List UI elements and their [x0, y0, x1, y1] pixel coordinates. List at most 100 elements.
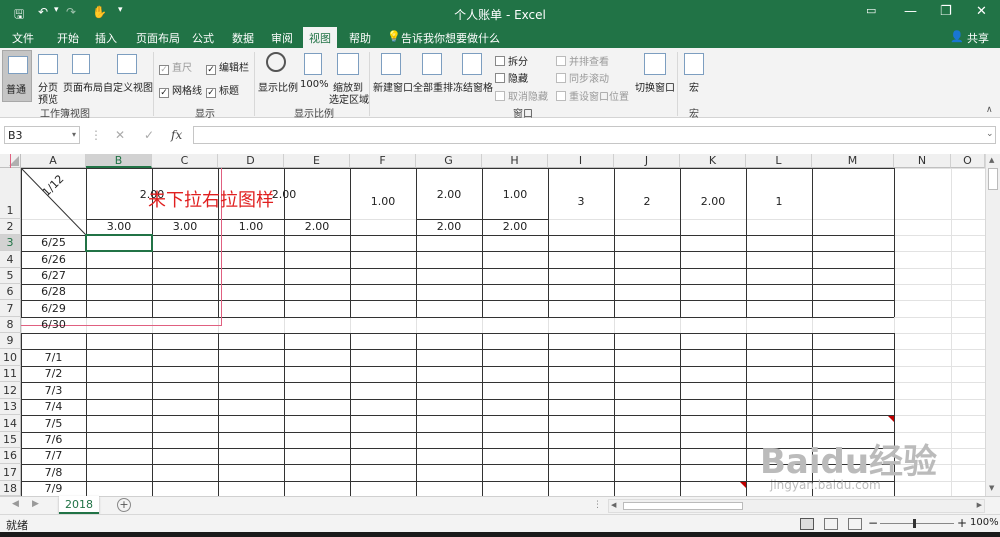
- scroll-down-icon[interactable]: ▼: [989, 484, 994, 492]
- column-header-e[interactable]: E: [284, 154, 350, 168]
- minimize-icon[interactable]: —: [904, 4, 917, 19]
- cell-l1[interactable]: 1: [746, 194, 812, 210]
- row-header-5[interactable]: 5: [0, 268, 21, 284]
- tab-review[interactable]: 审阅: [271, 30, 293, 46]
- tab-data[interactable]: 数据: [232, 30, 254, 46]
- macros-button[interactable]: 宏: [689, 79, 699, 94]
- row-header-10[interactable]: 10: [0, 349, 21, 366]
- row-header-12[interactable]: 12: [0, 382, 21, 399]
- row-header-18[interactable]: 18: [0, 481, 21, 496]
- custom-views-button[interactable]: 自定义视图: [103, 79, 153, 94]
- column-header-h[interactable]: H: [482, 154, 548, 168]
- insert-function-icon[interactable]: fx: [171, 128, 182, 142]
- arrange-all-button[interactable]: 全部重排: [413, 79, 453, 94]
- zoom-out-button[interactable]: −: [868, 516, 878, 530]
- close-icon[interactable]: ✕: [976, 4, 987, 19]
- headings-checkbox[interactable]: ✓ 标题: [206, 82, 239, 98]
- cell-a4[interactable]: 6/26: [21, 251, 86, 268]
- column-header-d[interactable]: D: [218, 154, 284, 168]
- split-button[interactable]: 拆分: [495, 53, 528, 68]
- cell-h1[interactable]: 1.00: [482, 187, 548, 203]
- column-header-n[interactable]: N: [894, 154, 951, 168]
- cell-h2[interactable]: 2.00: [482, 219, 548, 235]
- comment-indicator[interactable]: [888, 416, 894, 422]
- horizontal-scrollbar[interactable]: ◀ ▶: [608, 499, 985, 513]
- cell-j1[interactable]: 2: [614, 194, 680, 210]
- row-header-14[interactable]: 14: [0, 415, 21, 432]
- normal-view-button[interactable]: 普通: [2, 50, 32, 102]
- column-header-l[interactable]: L: [746, 154, 812, 168]
- cell-a9[interactable]: [21, 333, 86, 349]
- cell-a11[interactable]: 7/2: [21, 366, 86, 382]
- cell-i1[interactable]: 3: [548, 194, 614, 210]
- cell-f1[interactable]: 1.00: [350, 194, 416, 210]
- sheet-tab-2018[interactable]: 2018: [59, 496, 99, 514]
- column-header-i[interactable]: I: [548, 154, 614, 168]
- expand-formula-icon[interactable]: ⌄: [986, 129, 994, 139]
- switch-windows-button[interactable]: 切换窗口: [635, 79, 675, 94]
- column-header-a[interactable]: A: [21, 154, 86, 168]
- column-header-o[interactable]: O: [951, 154, 985, 168]
- column-header-j[interactable]: J: [614, 154, 680, 168]
- cell-g2[interactable]: 2.00: [416, 219, 482, 235]
- row-header-13[interactable]: 13: [0, 399, 21, 415]
- cell-a18[interactable]: 7/9: [21, 481, 86, 496]
- collapse-ribbon-icon[interactable]: ∧: [986, 105, 993, 115]
- comment-indicator[interactable]: [740, 482, 746, 488]
- normal-view-status-icon[interactable]: [800, 518, 814, 530]
- tab-insert[interactable]: 插入: [95, 30, 117, 46]
- row-header-15[interactable]: 15: [0, 432, 21, 448]
- add-sheet-button[interactable]: +: [117, 498, 131, 512]
- sheet-nav-prev-icon[interactable]: ◀: [12, 499, 19, 509]
- zoom-in-button[interactable]: +: [957, 516, 967, 530]
- share-button[interactable]: 共享: [967, 30, 989, 46]
- scroll-left-icon[interactable]: ◀: [611, 501, 616, 509]
- zoom-button[interactable]: 显示比例: [258, 79, 298, 94]
- cell-a8[interactable]: 6/30: [21, 317, 86, 333]
- row-header-3[interactable]: 3: [0, 235, 21, 251]
- row-header-1[interactable]: 1: [0, 168, 21, 219]
- tab-home[interactable]: 开始: [57, 30, 79, 46]
- zoom-slider[interactable]: [880, 523, 954, 524]
- row-header-11[interactable]: 11: [0, 366, 21, 382]
- cell-a16[interactable]: 7/7: [21, 448, 86, 464]
- cell-a7[interactable]: 6/29: [21, 300, 86, 317]
- zoom-slider-thumb[interactable]: [913, 519, 916, 528]
- sheet-nav-next-icon[interactable]: ▶: [32, 499, 39, 509]
- column-header-k[interactable]: K: [680, 154, 746, 168]
- scroll-right-icon[interactable]: ▶: [977, 501, 982, 509]
- gridlines-checkbox[interactable]: ✓ 网格线: [159, 82, 202, 98]
- formula-bar-checkbox[interactable]: ✓ 编辑栏: [206, 59, 249, 75]
- spreadsheet-grid[interactable]: 1/12 2.00 2.00 1.00 2.00 1.00 3 2 2.00 1…: [0, 154, 985, 496]
- column-header-m[interactable]: M: [812, 154, 894, 168]
- tab-help[interactable]: 帮助: [349, 30, 371, 46]
- page-break-status-icon[interactable]: [848, 518, 862, 530]
- cell-a14[interactable]: 7/5: [21, 415, 86, 432]
- zoom-100-button[interactable]: 100%: [300, 79, 329, 90]
- cell-a12[interactable]: 7/3: [21, 382, 86, 399]
- cell-a6[interactable]: 6/28: [21, 284, 86, 300]
- scroll-thumb[interactable]: [988, 168, 998, 190]
- cell-e2[interactable]: 2.00: [284, 219, 350, 235]
- page-layout-button[interactable]: 页面布局: [63, 79, 103, 94]
- cell-a10[interactable]: 7/1: [21, 349, 86, 366]
- cell-a5[interactable]: 6/27: [21, 268, 86, 284]
- page-layout-status-icon[interactable]: [824, 518, 838, 530]
- column-header-b[interactable]: B: [86, 154, 152, 168]
- column-header-g[interactable]: G: [416, 154, 482, 168]
- cell-a15[interactable]: 7/6: [21, 432, 86, 448]
- zoom-level[interactable]: 100%: [970, 517, 999, 528]
- tab-formulas[interactable]: 公式: [192, 30, 214, 46]
- restore-icon[interactable]: ❐: [940, 4, 952, 19]
- row-header-8[interactable]: 8: [0, 317, 21, 333]
- tab-file[interactable]: 文件: [12, 30, 34, 46]
- column-header-f[interactable]: F: [350, 154, 416, 168]
- row-header-7[interactable]: 7: [0, 300, 21, 317]
- scroll-up-icon[interactable]: ▲: [989, 156, 994, 164]
- column-header-c[interactable]: C: [152, 154, 218, 168]
- row-header-17[interactable]: 17: [0, 464, 21, 481]
- new-window-button[interactable]: 新建窗口: [373, 79, 413, 94]
- hscroll-split-icon[interactable]: ⋮: [593, 500, 602, 510]
- ribbon-display-icon[interactable]: ▭: [866, 4, 876, 17]
- cell-a17[interactable]: 7/8: [21, 464, 86, 481]
